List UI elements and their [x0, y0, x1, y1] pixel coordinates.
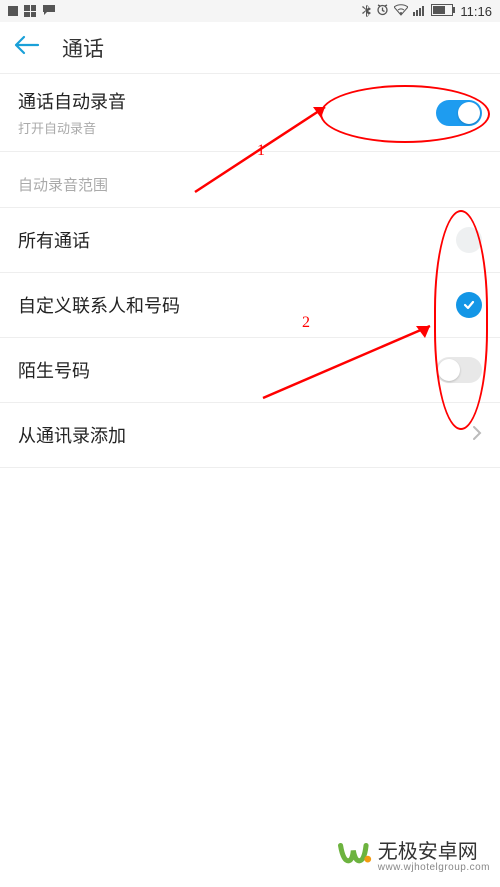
unknown-numbers-label: 陌生号码 — [18, 357, 90, 383]
status-bar: 11:16 — [0, 0, 500, 22]
bluetooth-icon — [362, 3, 371, 20]
all-calls-label: 所有通话 — [18, 227, 90, 253]
watermark-brand: 无极安卓网 — [378, 841, 478, 863]
annotation-arrow-1 — [185, 92, 345, 202]
battery-icon — [431, 4, 455, 19]
auto-record-title: 通话自动录音 — [18, 88, 126, 114]
add-from-contacts-label: 从通讯录添加 — [18, 422, 126, 448]
status-icon-grid — [24, 5, 36, 17]
signal-icon — [413, 4, 426, 19]
status-right: 11:16 — [362, 3, 492, 20]
page-title: 通话 — [62, 33, 104, 63]
auto-record-subtitle: 打开自动录音 — [18, 118, 126, 137]
auto-record-toggle[interactable] — [436, 100, 482, 126]
custom-contacts-label: 自定义联系人和号码 — [18, 292, 180, 318]
watermark-logo-icon — [338, 840, 372, 868]
header: 通话 — [0, 22, 500, 74]
divider — [0, 467, 500, 468]
annotation-arrow-2 — [258, 318, 448, 408]
all-calls-radio[interactable] — [456, 227, 482, 253]
status-icon-square — [8, 6, 18, 16]
alarm-icon — [376, 3, 389, 19]
back-button[interactable] — [14, 35, 40, 60]
all-calls-row[interactable]: 所有通话 — [0, 208, 500, 272]
status-time: 11:16 — [460, 4, 492, 19]
watermark-url: www.wjhotelgroup.com — [378, 862, 490, 873]
add-from-contacts-row[interactable]: 从通讯录添加 — [0, 403, 500, 467]
watermark: 无极安卓网 www.wjhotelgroup.com — [338, 835, 490, 873]
status-icon-chat — [42, 4, 56, 19]
status-left — [8, 4, 56, 19]
wifi-icon — [394, 4, 408, 19]
chevron-right-icon — [472, 424, 482, 447]
custom-contacts-radio[interactable] — [456, 292, 482, 318]
